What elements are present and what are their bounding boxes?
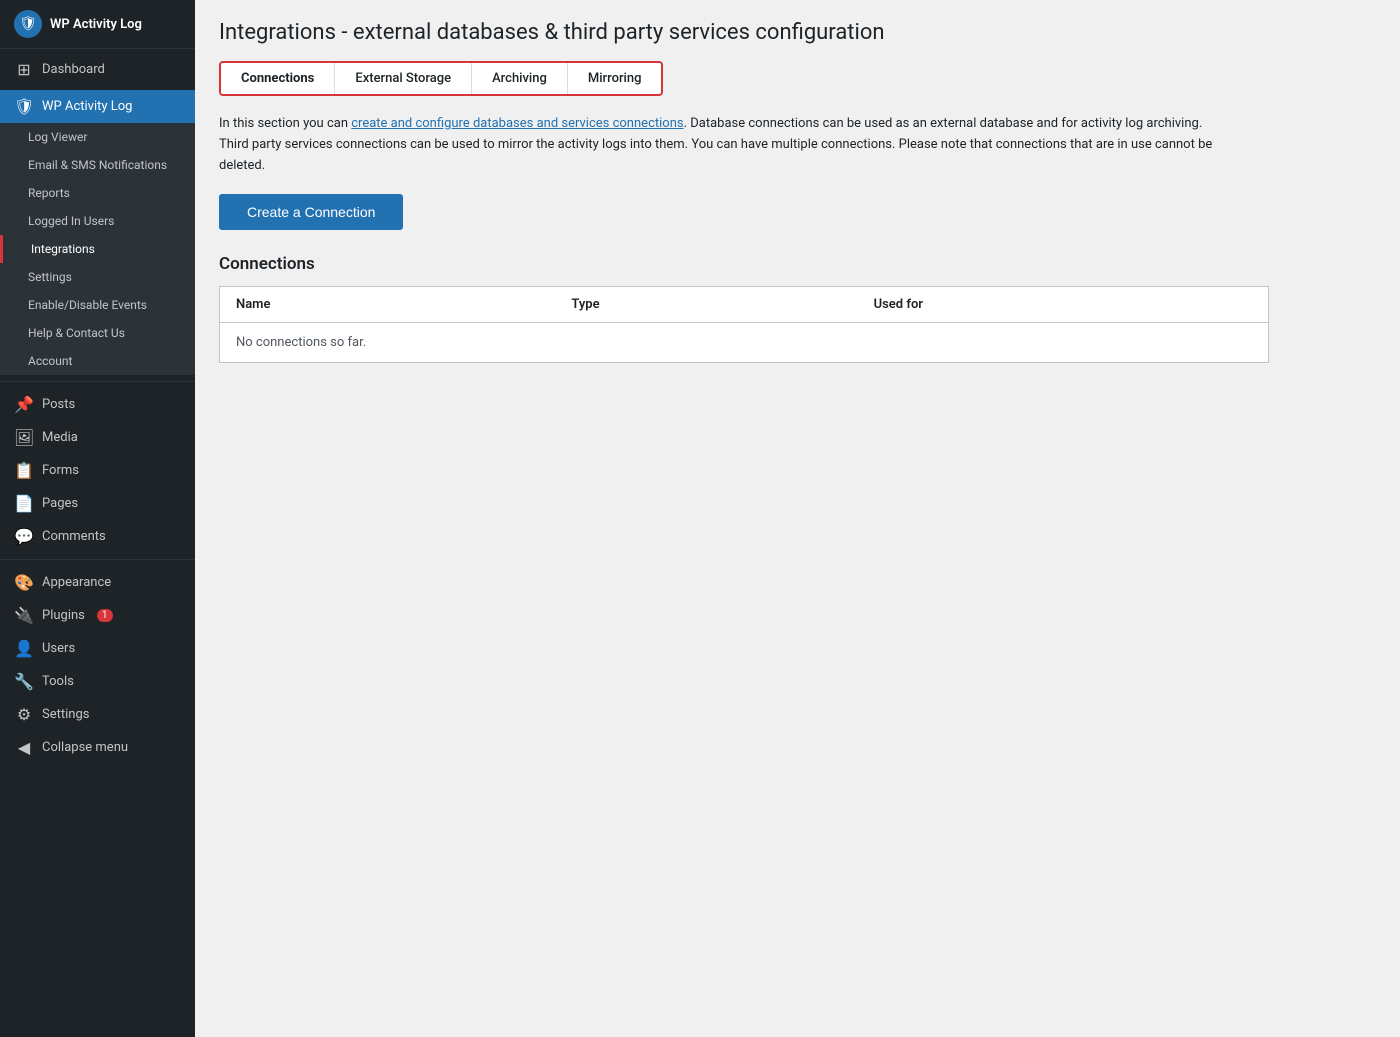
sidebar-item-label: Pages (42, 496, 78, 511)
sidebar-item-integrations[interactable]: Integrations (0, 235, 195, 263)
wp-activity-log-icon: 🛡 (14, 10, 42, 38)
sidebar-item-log-viewer[interactable]: Log Viewer (0, 123, 195, 151)
description-before-link: In this section you can (219, 116, 351, 131)
sidebar-item-label: Posts (42, 397, 75, 412)
sidebar-item-help-contact[interactable]: Help & Contact Us (0, 319, 195, 347)
sidebar-item-label: Tools (42, 674, 74, 689)
sidebar: 🛡 WP Activity Log ⊞ Dashboard 🛡 WP Activ… (0, 0, 195, 1037)
tab-archiving[interactable]: Archiving (472, 63, 568, 94)
page-title: Integrations - external databases & thir… (219, 20, 1376, 45)
tab-external-storage[interactable]: External Storage (335, 63, 472, 94)
appearance-icon: 🎨 (14, 573, 34, 592)
sidebar-item-posts[interactable]: 📌 Posts (0, 388, 195, 421)
sidebar-item-label: Plugins (42, 608, 85, 623)
sidebar-item-appearance[interactable]: 🎨 Appearance (0, 566, 195, 599)
sidebar-item-comments[interactable]: 💬 Comments (0, 520, 195, 553)
main-content: Integrations - external databases & thir… (195, 0, 1400, 1037)
description-link[interactable]: create and configure databases and servi… (351, 116, 683, 131)
table-header-used-for: Used for (858, 287, 1269, 323)
table-header-name: Name (220, 287, 556, 323)
sidebar-item-collapse[interactable]: ◀ Collapse menu (0, 731, 195, 764)
description-text: In this section you can create and confi… (219, 114, 1219, 176)
sidebar-item-plugins[interactable]: 🔌 Plugins 1 (0, 599, 195, 632)
sidebar-item-label: Appearance (42, 575, 111, 590)
sidebar-item-label: WP Activity Log (42, 99, 132, 114)
sidebar-item-reports[interactable]: Reports (0, 179, 195, 207)
connections-table: Name Type Used for No connections so far… (219, 286, 1269, 363)
sidebar-item-forms[interactable]: 📋 Forms (0, 454, 195, 487)
sidebar-sub-label: Account (28, 354, 72, 368)
sidebar-sub-label: Log Viewer (28, 130, 87, 144)
sidebar-item-label: Collapse menu (42, 740, 128, 755)
sidebar-sub-label: Help & Contact Us (28, 326, 125, 340)
sidebar-item-settings-sub[interactable]: Settings (0, 263, 195, 291)
users-icon: 👤 (14, 639, 34, 658)
tools-icon: 🔧 (14, 672, 34, 691)
sidebar-sub-label: Enable/Disable Events (28, 298, 147, 312)
connections-section-title: Connections (219, 254, 1376, 274)
sidebar-item-dashboard[interactable]: ⊞ Dashboard (0, 53, 195, 86)
sidebar-item-wp-activity-log[interactable]: 🛡 WP Activity Log (0, 90, 195, 123)
tab-mirroring[interactable]: Mirroring (568, 63, 662, 94)
sidebar-sub-label: Logged In Users (28, 214, 114, 228)
create-connection-button[interactable]: Create a Connection (219, 194, 403, 230)
sidebar-item-label: Dashboard (42, 62, 105, 77)
sidebar-item-logged-in-users[interactable]: Logged In Users (0, 207, 195, 235)
table-header-type: Type (555, 287, 857, 323)
sidebar-sub-label: Settings (28, 270, 72, 284)
sidebar-item-label: Media (42, 430, 78, 445)
sidebar-sub-label: Email & SMS Notifications (28, 158, 167, 172)
sidebar-sub-label: Reports (28, 186, 70, 200)
table-row-empty: No connections so far. (220, 323, 1269, 363)
sidebar-item-users[interactable]: 👤 Users (0, 632, 195, 665)
sidebar-item-account[interactable]: Account (0, 347, 195, 375)
media-icon: 🖼 (14, 428, 34, 447)
tabs-container: Connections External Storage Archiving M… (219, 61, 663, 96)
collapse-icon: ◀ (14, 738, 34, 757)
sidebar-item-label: Forms (42, 463, 79, 478)
settings-icon: ⚙ (14, 705, 34, 724)
no-connections-message: No connections so far. (220, 323, 1269, 363)
sidebar-item-tools[interactable]: 🔧 Tools (0, 665, 195, 698)
sidebar-logo-text: WP Activity Log (50, 17, 142, 32)
forms-icon: 📋 (14, 461, 34, 480)
posts-icon: 📌 (14, 395, 34, 414)
sidebar-item-label: Users (42, 641, 75, 656)
sidebar-sub-label: Integrations (31, 242, 95, 256)
sidebar-item-settings-main[interactable]: ⚙ Settings (0, 698, 195, 731)
sidebar-logo[interactable]: 🛡 WP Activity Log (0, 0, 195, 49)
sidebar-item-media[interactable]: 🖼 Media (0, 421, 195, 454)
plugins-badge: 1 (97, 609, 113, 622)
sidebar-item-enable-disable[interactable]: Enable/Disable Events (0, 291, 195, 319)
sidebar-item-email-sms[interactable]: Email & SMS Notifications (0, 151, 195, 179)
wp-activity-log-nav-icon: 🛡 (14, 97, 34, 116)
dashboard-icon: ⊞ (14, 60, 34, 79)
pages-icon: 📄 (14, 494, 34, 513)
sidebar-item-pages[interactable]: 📄 Pages (0, 487, 195, 520)
tab-connections[interactable]: Connections (221, 63, 335, 94)
sidebar-item-label: Settings (42, 707, 89, 722)
comments-icon: 💬 (14, 527, 34, 546)
sidebar-item-label: Comments (42, 529, 106, 544)
plugins-icon: 🔌 (14, 606, 34, 625)
